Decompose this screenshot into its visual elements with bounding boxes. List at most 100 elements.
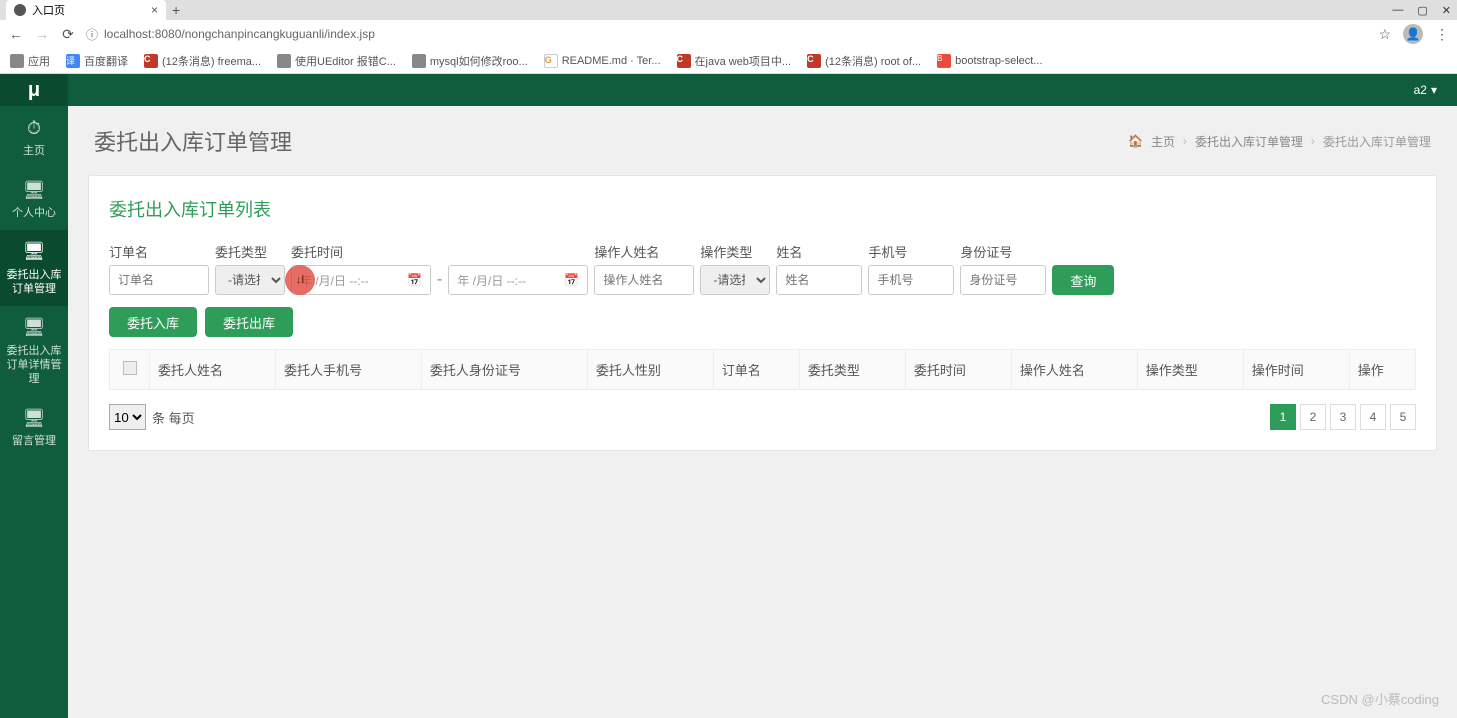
entrust-out-button[interactable]: 委托出库 <box>205 307 293 337</box>
field-phone: 手机号 <box>868 242 954 295</box>
menu-icon[interactable]: ⋮ <box>1435 26 1449 43</box>
sidebar: ⏱主页🖥个人中心🖥委托出入库订单管理🖥委托出入库订单详情管理🖥留言管理 <box>0 75 68 718</box>
action-buttons: 委托入库 委托出库 <box>109 307 1416 337</box>
op-type-select[interactable]: -请选择- <box>700 265 770 295</box>
operator-input[interactable] <box>594 265 694 295</box>
sidebar-item[interactable]: 🖥委托出入库订单详情管理 <box>0 306 68 396</box>
bookmark-item[interactable]: mysql如何修改roo... <box>412 53 528 69</box>
app-top-bar: μ a2 ▾ <box>0 74 1457 106</box>
field-order-name: 订单名 <box>109 242 209 295</box>
sidebar-icon: ⏱ <box>27 117 41 140</box>
tab-row: 入口页 × + — ▢ ✕ <box>0 0 1457 20</box>
breadcrumb: 🏠 主页 › 委托出入库订单管理 › 委托出入库订单管理 <box>1128 133 1431 150</box>
crumb-1[interactable]: 委托出入库订单管理 <box>1195 133 1303 150</box>
star-icon[interactable]: ☆ <box>1378 26 1391 43</box>
bookmark-item[interactable]: Bbootstrap-select... <box>937 54 1042 68</box>
field-idcard: 身份证号 <box>960 242 1046 295</box>
chevron-down-icon: ▾ <box>1431 83 1437 97</box>
crumb-2: 委托出入库订单管理 <box>1323 133 1431 150</box>
date-from-input[interactable]: 年 /月/日 --:-- 📅 <box>291 265 431 295</box>
browser-chrome: 入口页 × + — ▢ ✕ ← → ⟳ ⓘ localhost:8080/non… <box>0 0 1457 75</box>
back-icon[interactable]: ← <box>8 26 24 42</box>
panel: 委托出入库订单列表 订单名 委托类型 -请选择- 委托时间 年 /月/日 --:… <box>88 175 1437 451</box>
table-header: 操作类型 <box>1137 350 1243 390</box>
bookmark-icon: C <box>807 54 821 68</box>
calendar-icon: 📅 <box>407 273 422 287</box>
table-header: 操作 <box>1349 350 1415 390</box>
sidebar-icon: 🖥 <box>23 407 46 430</box>
new-tab-button[interactable]: + <box>172 2 180 18</box>
profile-icon[interactable]: 👤 <box>1403 24 1423 44</box>
close-window-icon[interactable]: ✕ <box>1442 4 1451 17</box>
bookmarks-bar: 应用 译百度翻译 C(12条消息) freema... 使用UEditor 报错C.… <box>0 48 1457 74</box>
order-name-input[interactable] <box>109 265 209 295</box>
type-select[interactable]: -请选择- <box>215 265 285 295</box>
bookmark-item[interactable]: C(12条消息) root of... <box>807 53 921 69</box>
name-input[interactable] <box>776 265 862 295</box>
address-row: ← → ⟳ ⓘ localhost:8080/nongchanpincangku… <box>0 20 1457 48</box>
bookmark-item[interactable]: C在java web项目中... <box>677 53 792 69</box>
per-page-text: 条 每页 <box>152 408 195 427</box>
table-header: 操作人姓名 <box>1011 350 1137 390</box>
maximize-icon[interactable]: ▢ <box>1417 4 1427 17</box>
page-header: 委托出入库订单管理 🏠 主页 › 委托出入库订单管理 › 委托出入库订单管理 <box>68 107 1457 175</box>
bookmark-item[interactable]: 译百度翻译 <box>66 53 128 69</box>
bookmark-item[interactable]: C(12条消息) freema... <box>144 53 261 69</box>
page-button[interactable]: 5 <box>1390 404 1416 430</box>
content-area: 委托出入库订单管理 🏠 主页 › 委托出入库订单管理 › 委托出入库订单管理 委… <box>68 75 1457 718</box>
bookmark-icon: C <box>677 54 691 68</box>
minimize-icon[interactable]: — <box>1392 4 1403 17</box>
url-box[interactable]: ⓘ localhost:8080/nongchanpincangkuguanli… <box>86 26 1368 43</box>
table-header: 委托时间 <box>905 350 1011 390</box>
favicon-icon <box>14 4 26 16</box>
table-header: 委托类型 <box>799 350 905 390</box>
browser-tab[interactable]: 入口页 × <box>6 0 166 20</box>
forward-icon[interactable]: → <box>34 26 50 42</box>
bookmark-icon: G <box>544 54 558 68</box>
page-button[interactable]: 2 <box>1300 404 1326 430</box>
field-time: 委托时间 年 /月/日 --:-- 📅 <box>291 242 431 295</box>
user-menu[interactable]: a2 ▾ <box>1414 83 1457 97</box>
logo[interactable]: μ <box>0 74 68 106</box>
entrust-in-button[interactable]: 委托入库 <box>109 307 197 337</box>
close-icon[interactable]: × <box>151 3 158 17</box>
tab-title: 入口页 <box>32 2 65 18</box>
sidebar-item[interactable]: 🖥委托出入库订单管理 <box>0 230 68 306</box>
bookmark-item[interactable]: 使用UEditor 报错C... <box>277 53 396 69</box>
window-controls: — ▢ ✕ <box>1392 4 1451 17</box>
checkbox-icon[interactable] <box>123 361 137 375</box>
bookmark-icon: 译 <box>66 54 80 68</box>
field-op-type: 操作类型 -请选择- <box>700 242 770 295</box>
query-button[interactable]: 查询 <box>1052 265 1114 295</box>
app-body: ⏱主页🖥个人中心🖥委托出入库订单管理🖥委托出入库订单详情管理🖥留言管理 委托出入… <box>0 75 1457 718</box>
page-button[interactable]: 4 <box>1360 404 1386 430</box>
filters: 订单名 委托类型 -请选择- 委托时间 年 /月/日 --:-- 📅 - <box>109 242 1416 295</box>
page-size-select[interactable]: 10 <box>109 404 146 430</box>
idcard-input[interactable] <box>960 265 1046 295</box>
field-type: 委托类型 -请选择- <box>215 242 285 295</box>
page-button[interactable]: 1 <box>1270 404 1296 430</box>
table-header: 委托人性别 <box>587 350 713 390</box>
checkbox-header[interactable] <box>110 350 150 390</box>
pagination: 12345 <box>1270 404 1416 430</box>
bookmark-icon <box>277 54 291 68</box>
bookmark-icon: B <box>937 54 951 68</box>
bookmark-item[interactable]: GREADME.md · Ter... <box>544 54 661 68</box>
url-text: localhost:8080/nongchanpincangkuguanli/i… <box>104 27 375 41</box>
sidebar-item[interactable]: 🖥留言管理 <box>0 397 68 459</box>
table-header: 订单名 <box>713 350 799 390</box>
phone-input[interactable] <box>868 265 954 295</box>
page-title: 委托出入库订单管理 <box>94 125 292 157</box>
apps-button[interactable]: 应用 <box>10 53 50 69</box>
sidebar-icon: 🖥 <box>23 240 46 263</box>
sidebar-item[interactable]: 🖥个人中心 <box>0 169 68 231</box>
home-icon: 🏠 <box>1128 134 1143 148</box>
crumb-home[interactable]: 主页 <box>1151 133 1175 150</box>
page-button[interactable]: 3 <box>1330 404 1356 430</box>
table-footer: 10 条 每页 12345 <box>109 404 1416 430</box>
date-to-input[interactable]: 年 /月/日 --:-- 📅 <box>448 265 588 295</box>
table-header: 操作时间 <box>1243 350 1349 390</box>
reload-icon[interactable]: ⟳ <box>60 26 76 42</box>
info-icon: ⓘ <box>86 26 98 43</box>
sidebar-item[interactable]: ⏱主页 <box>0 107 68 169</box>
